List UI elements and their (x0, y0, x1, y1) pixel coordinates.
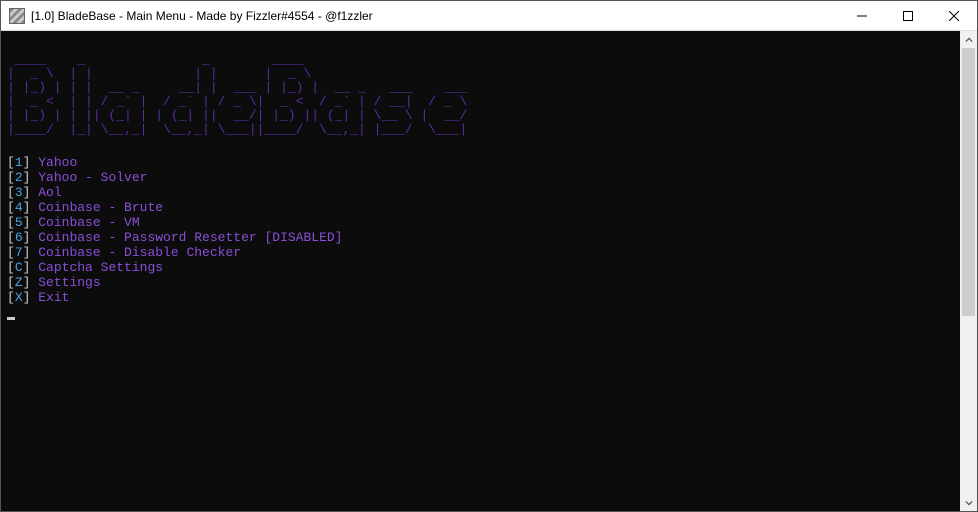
menu-label: Coinbase - VM (38, 215, 139, 230)
client-area: ____ _ _ ____ | _ \ | | | | | _ \ | |_) … (1, 31, 977, 511)
menu-key: 4 (15, 200, 23, 215)
menu-list: [1] Yahoo[2] Yahoo - Solver[3] Aol[4] Co… (7, 155, 954, 305)
menu-label: Yahoo - Solver (38, 170, 147, 185)
bracket-open: [ (7, 200, 15, 215)
menu-item[interactable]: [2] Yahoo - Solver (7, 170, 954, 185)
menu-item[interactable]: [6] Coinbase - Password Resetter [DISABL… (7, 230, 954, 245)
menu-key: Z (15, 275, 23, 290)
menu-key: 6 (15, 230, 23, 245)
minimize-button[interactable] (839, 1, 885, 30)
text-cursor (7, 317, 15, 320)
bracket-close: ] (23, 185, 39, 200)
menu-label: Captcha Settings (38, 260, 163, 275)
bracket-open: [ (7, 170, 15, 185)
menu-key: 3 (15, 185, 23, 200)
ascii-logo: ____ _ _ ____ | _ \ | | | | | _ \ | |_) … (7, 53, 954, 137)
menu-item[interactable]: [4] Coinbase - Brute (7, 200, 954, 215)
bracket-open: [ (7, 290, 15, 305)
menu-item[interactable]: [3] Aol (7, 185, 954, 200)
bracket-close: ] (23, 245, 39, 260)
menu-key: 2 (15, 170, 23, 185)
window-title: [1.0] BladeBase - Main Menu - Made by Fi… (31, 9, 839, 23)
vertical-scrollbar[interactable] (960, 31, 977, 511)
bracket-open: [ (7, 260, 15, 275)
bracket-close: ] (23, 155, 39, 170)
menu-label: Exit (38, 290, 69, 305)
bracket-open: [ (7, 155, 15, 170)
close-icon (949, 11, 959, 21)
app-icon (9, 8, 25, 24)
menu-label: Coinbase - Password Resetter [DISABLED] (38, 230, 342, 245)
menu-label: Coinbase - Disable Checker (38, 245, 241, 260)
bracket-open: [ (7, 230, 15, 245)
menu-item[interactable]: [7] Coinbase - Disable Checker (7, 245, 954, 260)
bracket-close: ] (23, 275, 39, 290)
window-controls (839, 1, 977, 30)
menu-label: Coinbase - Brute (38, 200, 163, 215)
menu-item[interactable]: [5] Coinbase - VM (7, 215, 954, 230)
bracket-close: ] (23, 170, 39, 185)
maximize-icon (903, 11, 913, 21)
bracket-open: [ (7, 185, 15, 200)
app-window: [1.0] BladeBase - Main Menu - Made by Fi… (0, 0, 978, 512)
bracket-close: ] (23, 260, 39, 275)
chevron-down-icon (965, 499, 973, 507)
menu-item[interactable]: [Z] Settings (7, 275, 954, 290)
scroll-track[interactable] (960, 48, 977, 494)
chevron-up-icon (965, 36, 973, 44)
menu-label: Aol (38, 185, 61, 200)
scroll-up-button[interactable] (960, 31, 977, 48)
menu-label: Yahoo (38, 155, 77, 170)
menu-item[interactable]: [X] Exit (7, 290, 954, 305)
bracket-close: ] (23, 230, 39, 245)
scroll-down-button[interactable] (960, 494, 977, 511)
menu-key: 7 (15, 245, 23, 260)
bracket-close: ] (23, 290, 39, 305)
scroll-thumb[interactable] (962, 48, 975, 316)
bracket-close: ] (23, 215, 39, 230)
menu-label: Settings (38, 275, 100, 290)
bracket-close: ] (23, 200, 39, 215)
menu-key: C (15, 260, 23, 275)
close-button[interactable] (931, 1, 977, 30)
menu-key: 1 (15, 155, 23, 170)
titlebar[interactable]: [1.0] BladeBase - Main Menu - Made by Fi… (1, 1, 977, 31)
bracket-open: [ (7, 275, 15, 290)
menu-key: 5 (15, 215, 23, 230)
minimize-icon (857, 11, 867, 21)
bracket-open: [ (7, 215, 15, 230)
menu-key: X (15, 290, 23, 305)
menu-item[interactable]: [1] Yahoo (7, 155, 954, 170)
console-output[interactable]: ____ _ _ ____ | _ \ | | | | | _ \ | |_) … (1, 31, 960, 511)
menu-item[interactable]: [C] Captcha Settings (7, 260, 954, 275)
maximize-button[interactable] (885, 1, 931, 30)
bracket-open: [ (7, 245, 15, 260)
